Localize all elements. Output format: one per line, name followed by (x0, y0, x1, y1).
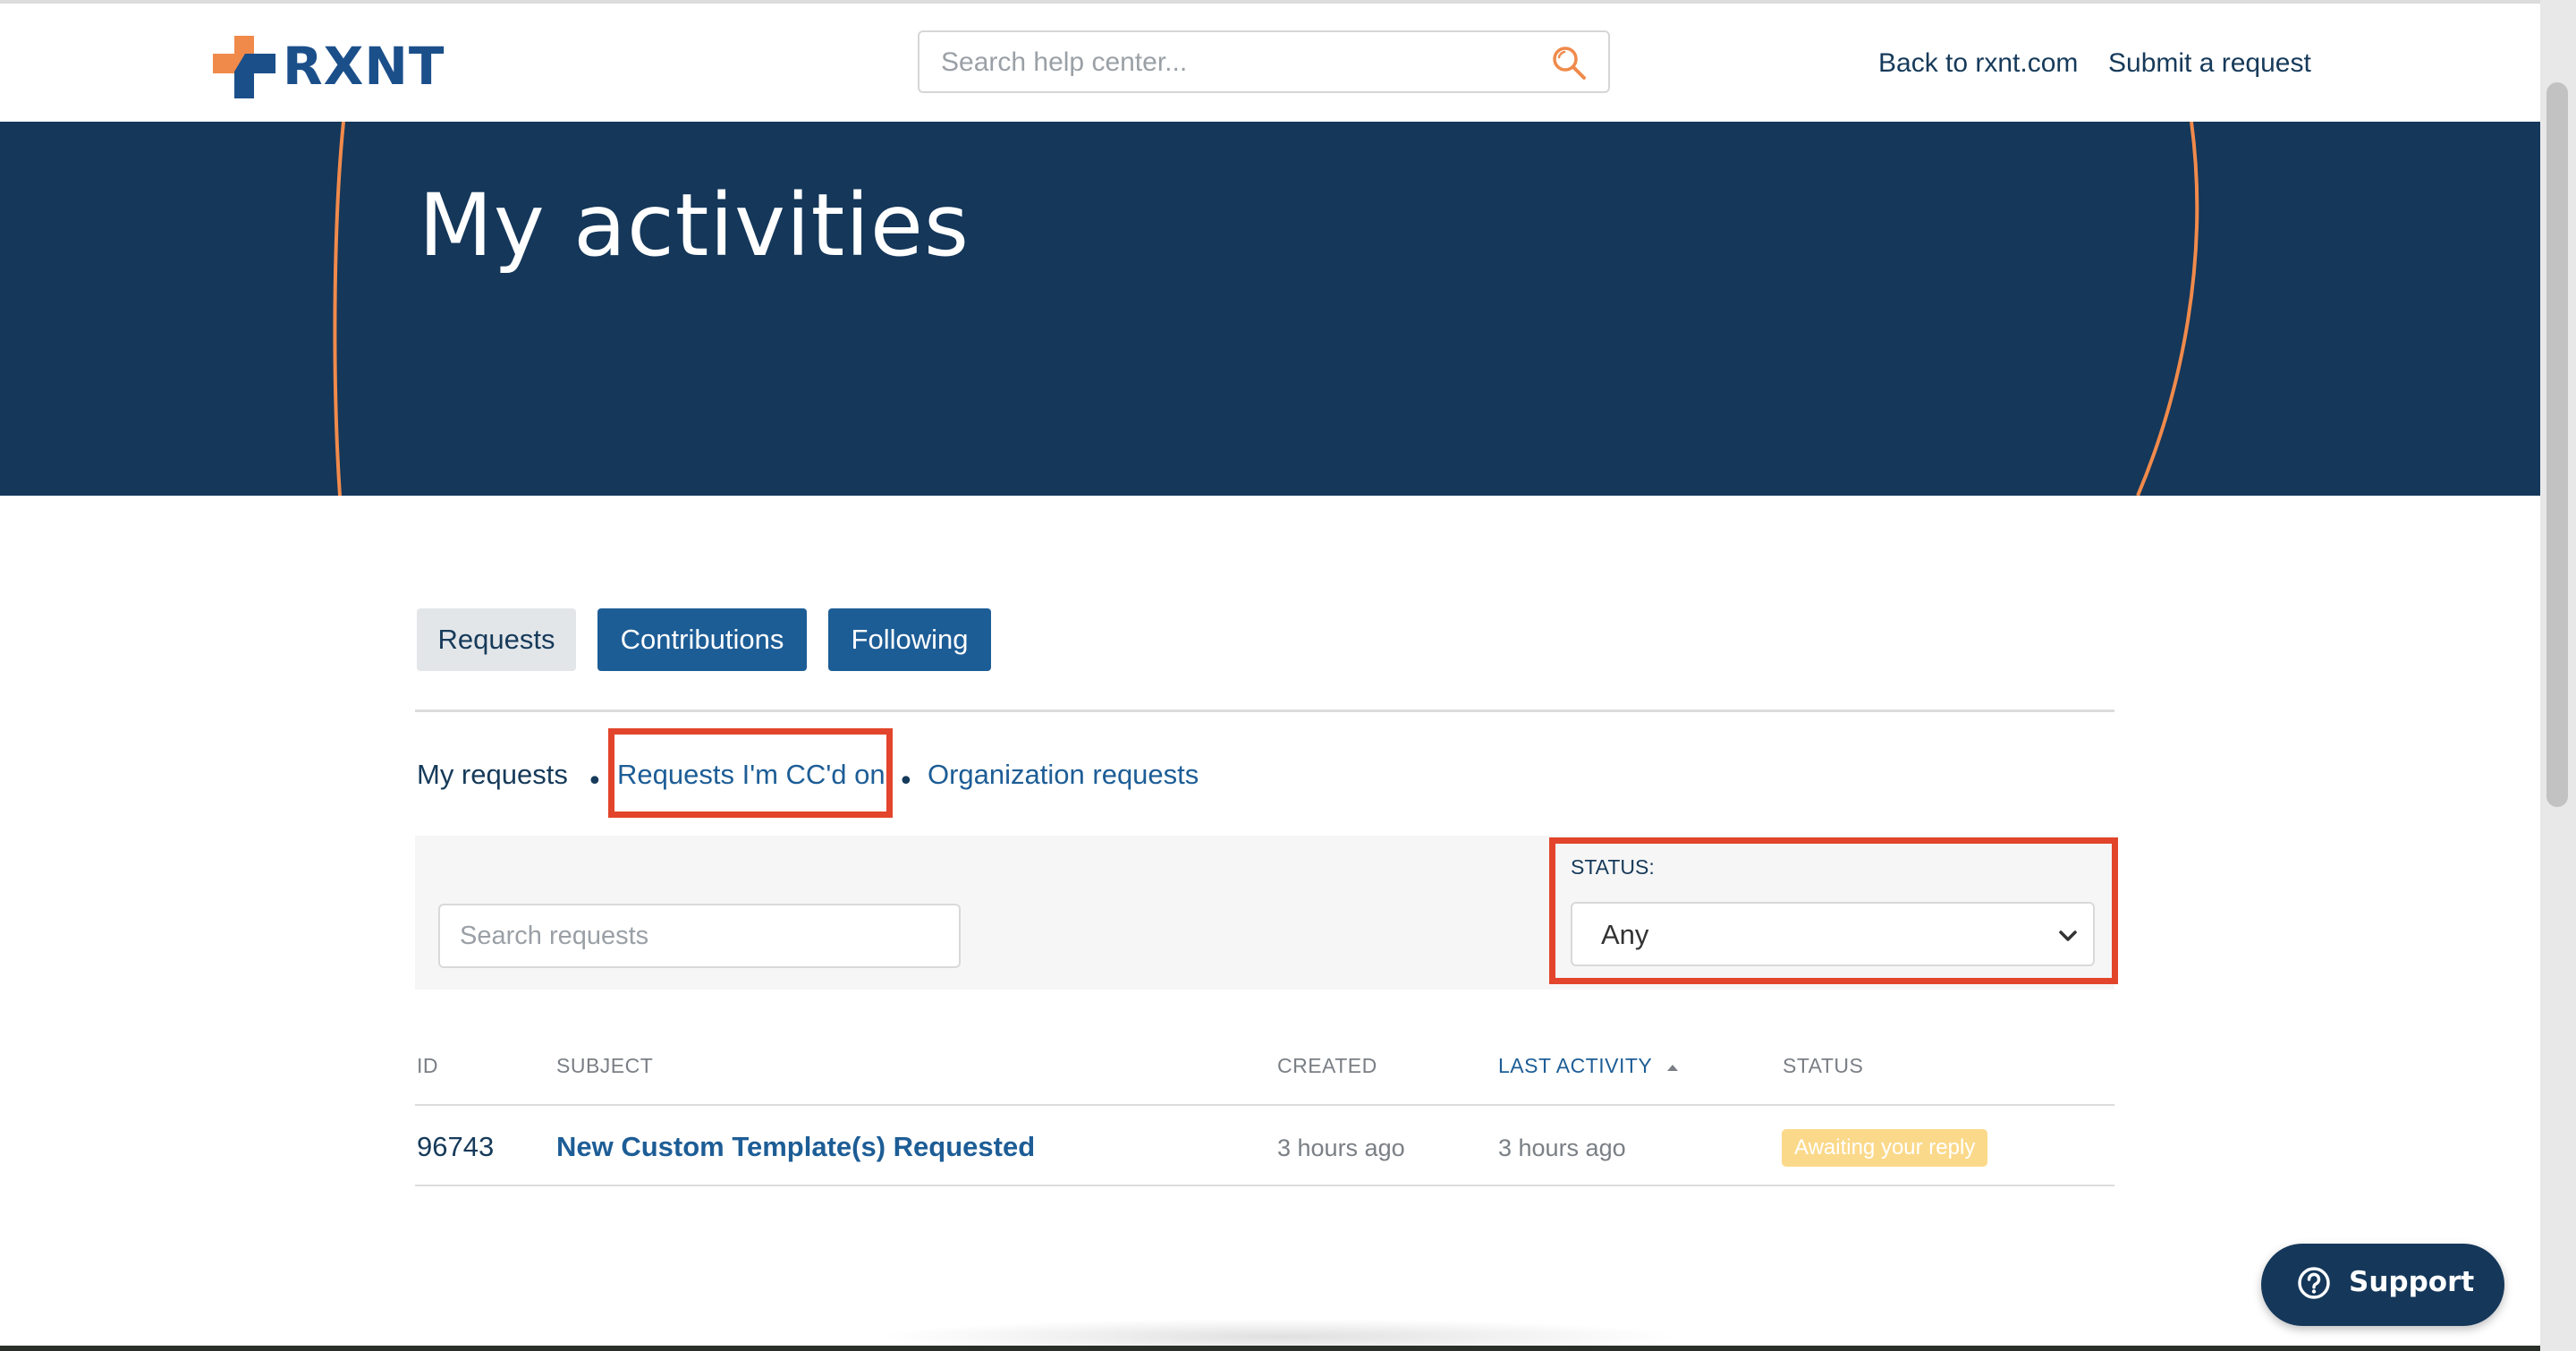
submit-request-link[interactable]: Submit a request (2108, 48, 2311, 79)
last-activity-label: LAST ACTIVITY (1498, 1054, 1652, 1077)
request-created: 3 hours ago (1277, 1134, 1405, 1161)
logo-text: RXNT (283, 36, 445, 97)
back-to-rxnt-link[interactable]: Back to rxnt.com (1878, 48, 2078, 79)
request-id: 96743 (417, 1131, 495, 1162)
column-header-status: STATUS (1783, 1054, 1864, 1077)
column-header-id: ID (417, 1054, 438, 1077)
separator-dot: • (898, 766, 914, 797)
browser-page: RXNT Back to rxnt.com Submit a request M… (0, 4, 2540, 1346)
rxnt-logo[interactable]: RXNT (209, 29, 451, 100)
column-header-last-activity[interactable]: LAST ACTIVITY (1498, 1054, 1680, 1078)
table-header-divider (415, 1104, 2114, 1106)
hero-banner: My activities (0, 122, 2540, 496)
decorative-arcs (333, 122, 2199, 496)
sort-ascending-icon (1666, 1064, 1678, 1071)
search-icon[interactable] (1551, 45, 1587, 81)
help-center-search[interactable] (918, 30, 1610, 93)
tab-requests[interactable]: Requests (417, 608, 576, 671)
request-last-activity: 3 hours ago (1498, 1134, 1626, 1161)
site-header: RXNT Back to rxnt.com Submit a request (0, 4, 2540, 122)
my-requests-current: My requests (417, 759, 568, 790)
tab-following[interactable]: Following (828, 608, 991, 671)
help-circle-icon (2298, 1267, 2330, 1299)
page-title: My activities (419, 175, 970, 276)
window-top-border (0, 0, 2540, 4)
scrollbar-thumb[interactable] (2546, 82, 2568, 807)
tab-contributions[interactable]: Contributions (597, 608, 807, 671)
request-subject-link[interactable]: New Custom Template(s) Requested (556, 1131, 1035, 1163)
table-row-divider (415, 1185, 2114, 1186)
column-header-subject: SUBJECT (556, 1054, 654, 1077)
separator-dot: • (587, 766, 603, 797)
support-button[interactable]: Support (2261, 1244, 2504, 1326)
organization-requests-link[interactable]: Organization requests (928, 759, 1199, 791)
search-requests-input[interactable] (438, 904, 961, 968)
bottom-shadow (877, 1319, 1682, 1346)
column-header-created: CREATED (1277, 1054, 1377, 1077)
highlight-box-status (1549, 837, 2118, 984)
cross-logo-icon (213, 36, 275, 98)
support-label: Support (2349, 1266, 2475, 1298)
highlight-box-cc (608, 728, 893, 818)
status-badge: Awaiting your reply (1782, 1129, 1988, 1167)
help-search-input[interactable] (939, 41, 1515, 84)
tabs-divider (415, 709, 2114, 712)
